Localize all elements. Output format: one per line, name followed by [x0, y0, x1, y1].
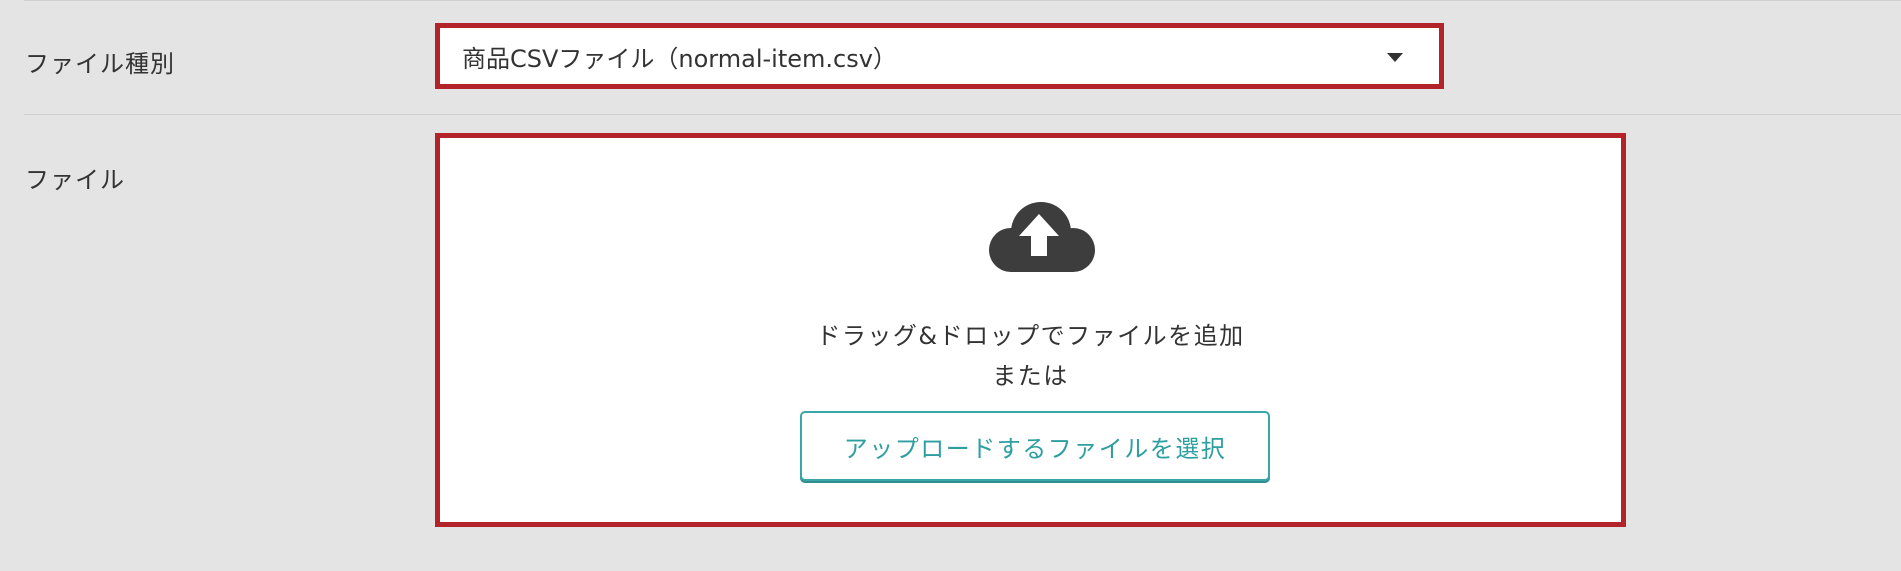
cloud-upload-icon	[989, 202, 1095, 272]
drag-drop-text: ドラッグ&ドロップでファイルを追加	[816, 322, 1245, 350]
top-divider	[24, 0, 1901, 1]
caret-down-icon	[1387, 53, 1403, 62]
row-divider	[24, 114, 1901, 115]
file-label: ファイル	[25, 166, 125, 194]
file-type-select[interactable]: 商品CSVファイル（normal-item.csv）	[440, 28, 1439, 84]
file-type-label: ファイル種別	[25, 50, 175, 78]
file-type-selected-value: 商品CSVファイル（normal-item.csv）	[462, 44, 897, 73]
file-type-select-highlight: 商品CSVファイル（normal-item.csv）	[435, 23, 1444, 89]
file-dropzone[interactable]: ドラッグ&ドロップでファイルを追加 または アップロードするファイルを選択	[435, 133, 1626, 527]
or-text: または	[992, 362, 1069, 390]
select-upload-file-button[interactable]: アップロードするファイルを選択	[800, 411, 1270, 481]
